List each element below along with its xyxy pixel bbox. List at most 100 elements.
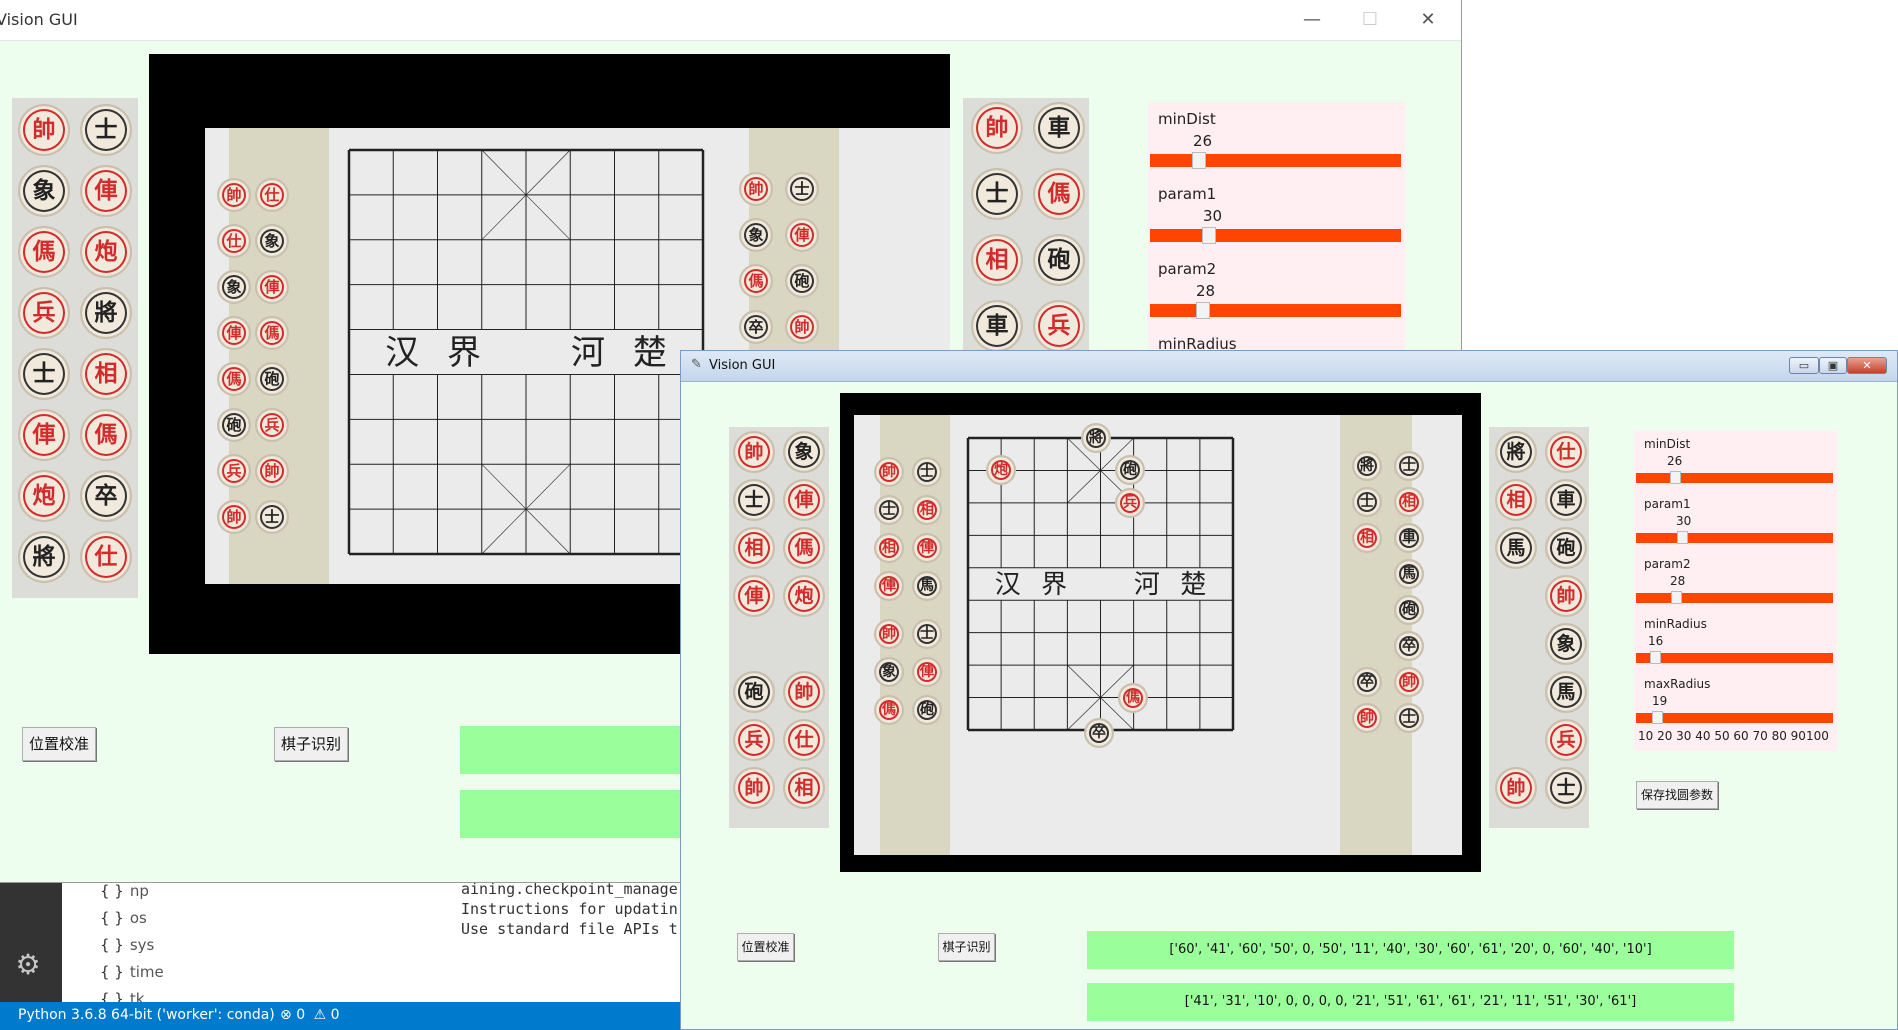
minimize-button[interactable]: —: [1292, 6, 1332, 34]
black-piece: 將: [18, 531, 70, 583]
param1-slider[interactable]: param1 30: [1148, 177, 1405, 252]
red-piece: 帥: [971, 102, 1023, 154]
recognize-button[interactable]: 棋子识别: [938, 933, 995, 961]
slider-track[interactable]: [1636, 471, 1833, 484]
vision-gui-window-front: ✎ Vision GUI ▭ ▣ ✕ 帥象士俥相傌俥炮砲帥兵仕帥相 汉界河楚 帥…: [680, 350, 1898, 1030]
outline-item[interactable]: { } time: [100, 963, 164, 981]
gear-icon[interactable]: ⚙: [13, 950, 43, 980]
slider-thumb[interactable]: [1652, 711, 1663, 724]
black-piece: 砲: [255, 362, 289, 396]
black-piece: 卒: [739, 310, 773, 344]
red-piece: 兵: [217, 454, 251, 488]
red-piece: 傌: [1033, 168, 1085, 220]
save-params-button[interactable]: 保存找圆参数: [1636, 781, 1718, 809]
result-field-2: [460, 790, 700, 838]
outline-item[interactable]: { } np: [100, 882, 149, 900]
calibrate-button[interactable]: 位置校准: [22, 727, 96, 761]
black-piece: 將: [1352, 451, 1382, 481]
minimize-button[interactable]: ▭: [1789, 357, 1819, 374]
problems-indicator[interactable]: ⊗ 0 ⚠ 0: [280, 1007, 340, 1023]
black-piece: 象: [255, 224, 289, 258]
min-radius-slider[interactable]: minRadius 16: [1634, 611, 1837, 671]
terminal-line: Instructions for updatin: [461, 900, 678, 918]
recognize-button[interactable]: 棋子识别: [274, 727, 348, 761]
python-interpreter[interactable]: Python 3.6.8 64-bit ('worker': conda): [18, 1007, 275, 1023]
slider-track[interactable]: [1636, 711, 1833, 724]
slider-value: 30: [1203, 207, 1223, 225]
black-piece: 士: [912, 457, 942, 487]
red-piece: 俥: [80, 165, 132, 217]
red-piece: 相: [733, 527, 775, 569]
warning-icon: ⚠: [313, 1007, 327, 1023]
outline-item-label: sys: [129, 936, 155, 954]
red-piece: 俥: [217, 316, 251, 350]
calibrate-button[interactable]: 位置校准: [737, 933, 794, 961]
red-piece: 傌: [80, 409, 132, 461]
slider-thumb[interactable]: [1202, 227, 1216, 244]
slider-scale: 10 20 30 40 50 60 70 80 90100: [1638, 729, 1829, 743]
slider-value: 16: [1648, 634, 1664, 648]
slider-value: 19: [1652, 694, 1668, 708]
close-button[interactable]: ✕: [1408, 6, 1448, 34]
black-piece: 砲: [1115, 455, 1145, 485]
red-piece: 兵: [1545, 719, 1587, 761]
red-piece: 俥: [785, 218, 819, 252]
red-piece: 帥: [733, 431, 775, 473]
black-piece: 馬: [912, 571, 942, 601]
param2-slider[interactable]: param2 28: [1148, 252, 1405, 327]
red-piece: 帥: [217, 500, 251, 534]
slider-thumb[interactable]: [1671, 591, 1682, 604]
slider-label: param2: [1158, 260, 1217, 278]
slider-thumb[interactable]: [1196, 302, 1210, 319]
left-piece-tray: 帥象士俥相傌俥炮砲帥兵仕帥相: [729, 427, 829, 828]
black-piece: 馬: [1394, 559, 1424, 589]
param1-slider[interactable]: param1 30: [1634, 491, 1837, 551]
black-piece: 象: [874, 657, 904, 687]
right-piece-tray: 將仕相車馬砲帥象馬兵帥士: [1489, 427, 1589, 828]
slider-thumb[interactable]: [1650, 651, 1661, 664]
outline-item[interactable]: { } sys: [100, 936, 154, 954]
black-piece: 將: [1081, 423, 1111, 453]
slider-thumb[interactable]: [1192, 152, 1206, 169]
red-piece: 炮: [18, 470, 70, 522]
activity-bar: ⚙: [0, 880, 62, 1002]
black-piece: 將: [1495, 431, 1537, 473]
max-radius-slider[interactable]: maxRadius 19 10 20 30 40 50 60 70 80 901…: [1634, 671, 1837, 751]
title-bar: ✎ Vision GUI ▭ ▣ ✕: [681, 351, 1897, 382]
close-button[interactable]: ✕: [1847, 357, 1887, 374]
red-piece: 仕: [1545, 431, 1587, 473]
module-icon: { }: [100, 909, 124, 927]
red-piece: 帥: [18, 104, 70, 156]
slider-label: param2: [1644, 557, 1691, 571]
slider-track[interactable]: [1150, 302, 1401, 319]
black-piece: 士: [255, 500, 289, 534]
slider-track[interactable]: [1150, 227, 1401, 244]
parameter-panel: minDist 26 param1 30 param2 28 minRadius: [1148, 102, 1405, 362]
slider-track[interactable]: [1636, 591, 1833, 604]
red-piece: 俥: [912, 533, 942, 563]
black-piece: 將: [80, 287, 132, 339]
black-piece: 士: [1352, 487, 1382, 517]
red-piece: 俥: [733, 575, 775, 617]
slider-track[interactable]: [1150, 152, 1401, 169]
param2-slider[interactable]: param2 28: [1634, 551, 1837, 611]
slider-label: minDist: [1158, 110, 1216, 128]
slider-track[interactable]: [1636, 531, 1833, 544]
slider-value: 26: [1667, 454, 1683, 468]
slider-value: 28: [1196, 282, 1216, 300]
red-piece: 帥: [733, 767, 775, 809]
slider-track[interactable]: [1636, 651, 1833, 664]
black-piece: 士: [971, 168, 1023, 220]
maximize-button[interactable]: ☐: [1350, 6, 1390, 34]
red-piece: 兵: [255, 408, 289, 442]
black-piece: 車: [971, 300, 1023, 352]
black-piece: 士: [1545, 767, 1587, 809]
slider-thumb[interactable]: [1670, 471, 1681, 484]
slider-thumb[interactable]: [1677, 531, 1688, 544]
outline-item[interactable]: { } os: [100, 909, 147, 927]
red-piece: 傌: [874, 695, 904, 725]
min-dist-slider[interactable]: minDist 26: [1634, 431, 1837, 491]
min-dist-slider[interactable]: minDist 26: [1148, 102, 1405, 177]
outline-item-label: os: [129, 909, 147, 927]
maximize-button[interactable]: ▣: [1819, 357, 1847, 374]
